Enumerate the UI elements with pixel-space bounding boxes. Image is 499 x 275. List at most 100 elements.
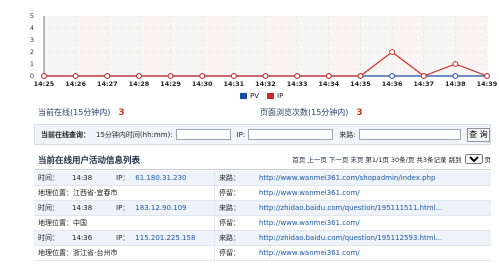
query-label: 当前在线查询： <box>41 130 90 139</box>
row-left-cell: 地理位置： 浙江省-台州市 <box>34 246 214 260</box>
location-key: 地理位置： <box>38 189 73 197</box>
time-input[interactable] <box>175 129 231 140</box>
legend-label-pv: PV <box>250 92 260 100</box>
page-info: 第1/1页 <box>365 156 389 164</box>
x-tick-label: 14:28 <box>129 80 150 88</box>
source-link[interactable]: http://zhidao.baidu.com/question/1951125… <box>259 234 442 242</box>
pagination: 首页 上一页 下一页 末页 第1/1页 30条/页 共3条记录 跳到 1 页 <box>292 154 491 164</box>
row-right-cell: 停留： http://www.wanmei361.com/ <box>215 186 360 200</box>
data-point-ip <box>420 73 427 79</box>
online-stats: 当前在线(15分钟内) 3 页面浏览次数(15分钟内) 3 <box>38 107 478 121</box>
row-right-cell: 来路： http://www.wanmei361.com/shopadmin/i… <box>215 171 435 185</box>
source-input[interactable] <box>358 129 461 140</box>
x-tick-label: 14:33 <box>287 80 308 88</box>
legend-item-ip: IP <box>267 92 283 100</box>
last-page-link[interactable]: 末页 <box>350 154 363 164</box>
ip-value[interactable]: 183.12.90.109 <box>135 204 186 212</box>
y-tick-label: 2 <box>30 48 34 56</box>
x-tick-label: 14:27 <box>97 80 118 88</box>
data-point-ip <box>230 73 237 79</box>
time-value: 14:38 <box>72 204 93 212</box>
ip-value[interactable]: 61.180.31.230 <box>135 174 186 182</box>
plot-band <box>170 16 203 76</box>
location-key: 地理位置： <box>38 219 73 227</box>
online-count-value: 3 <box>118 108 125 118</box>
stay-key: 停留： <box>219 189 240 197</box>
ip-value[interactable]: 115.201.225.158 <box>135 234 195 242</box>
stay-link[interactable]: http://www.wanmei361.com/ <box>259 189 360 197</box>
data-point-ip <box>41 73 47 79</box>
stay-key: 停留： <box>219 249 240 257</box>
source-link[interactable]: http://www.wanmei361.com/shopadmin/index… <box>259 174 435 182</box>
prev-page-link[interactable]: 上一页 <box>307 154 327 164</box>
row-left-cell: 地理位置： 江西省-宜春市 <box>34 186 214 200</box>
location-key: 地理位置： <box>38 249 73 257</box>
source-link[interactable]: http://zhidao.baidu.com/question/1951115… <box>259 204 442 212</box>
plot-band <box>265 16 298 76</box>
time-key: 时间： <box>38 234 59 242</box>
first-page-link[interactable]: 首页 <box>292 154 305 164</box>
x-tick-label: 14:32 <box>255 80 276 88</box>
x-tick-label: 14:29 <box>160 80 181 88</box>
time-field-label: 15分钟内时间(hh:mm): <box>96 130 173 139</box>
y-tick-label: 0 <box>30 72 34 80</box>
visitor-list: 时间： 14:38 IP： 61.180.31.230 来路： http://w… <box>34 171 491 261</box>
x-tick-label: 14:38 <box>445 80 466 88</box>
row-right-cell: 来路： http://zhidao.baidu.com/question/195… <box>215 201 442 215</box>
row-left-cell: 地理位置： 中国 <box>34 216 214 230</box>
visitor-location-row: 地理位置： 中国 停留： http://www.wanmei361.com/ <box>34 216 491 231</box>
next-page-link[interactable]: 下一页 <box>329 154 349 164</box>
total-records: 共3条记录 <box>416 156 447 164</box>
pageviews-value: 3 <box>356 108 363 118</box>
ip-key: IP： <box>116 204 130 212</box>
x-tick-label: 14:31 <box>224 80 245 88</box>
plot-band <box>202 16 234 76</box>
source-key: 来路： <box>219 174 240 182</box>
x-tick-label: 14:25 <box>34 80 55 88</box>
data-point-pv <box>452 73 459 79</box>
plot-band <box>44 16 76 76</box>
x-tick-label: 14:26 <box>65 80 86 88</box>
data-point-ip <box>357 73 364 79</box>
visitor-time-row: 时间： 14:38 IP： 61.180.31.230 来路： http://w… <box>34 171 491 186</box>
location-value: 江西省-宜春市 <box>73 189 118 197</box>
stay-link[interactable]: http://www.wanmei361.com/ <box>259 219 360 227</box>
plot-band <box>297 16 329 76</box>
legend-item-pv: PV <box>240 92 259 100</box>
data-point-ip <box>325 73 332 79</box>
ip-field-label: IP: <box>236 130 246 139</box>
plot-band <box>360 16 393 76</box>
legend-swatch-ip <box>267 93 275 99</box>
pageviews-label: 页面浏览次数(15分钟内) <box>260 108 349 117</box>
page-suffix: 页 <box>484 156 492 164</box>
per-page-info: 30条/页 <box>390 156 415 164</box>
page-select[interactable]: 1 <box>464 154 483 164</box>
x-tick-label: 14:34 <box>318 80 339 88</box>
list-header: 当前在线用户活动信息列表 首页 上一页 下一页 末页 第1/1页 30条/页 共… <box>34 151 491 170</box>
data-point-ip <box>484 73 490 79</box>
stay-link[interactable]: http://www.wanmei361.com/ <box>259 249 360 257</box>
visitor-time-row: 时间： 14:36 IP： 115.201.225.158 来路： http:/… <box>34 231 491 246</box>
source-key: 来路： <box>219 234 240 242</box>
source-field-label: 来路: <box>339 130 356 139</box>
time-value: 14:38 <box>72 174 93 182</box>
location-value: 浙江省-台州市 <box>73 249 118 257</box>
row-left-cell: 时间： 14:38 IP： 183.12.90.109 <box>34 201 214 215</box>
data-point-ip <box>294 73 301 79</box>
online-count-label: 当前在线(15分钟内) <box>38 108 111 117</box>
y-tick-label: 1 <box>30 60 34 68</box>
ip-input[interactable] <box>248 129 334 140</box>
visitor-time-row: 时间： 14:38 IP： 183.12.90.109 来路： http://z… <box>34 201 491 216</box>
data-point-pv <box>389 73 395 79</box>
query-button[interactable]: 查 询 <box>466 127 490 142</box>
time-key: 时间： <box>38 204 59 212</box>
ip-key: IP： <box>116 234 130 242</box>
data-point-ip <box>199 73 206 79</box>
plot-band <box>423 16 456 76</box>
data-point-ip <box>167 73 174 79</box>
time-value: 14:36 <box>72 234 93 242</box>
data-point-ip <box>104 73 111 79</box>
plot-band <box>138 16 171 76</box>
pageviews-stat: 页面浏览次数(15分钟内) 3 <box>260 107 363 118</box>
chart-legend: PV IP <box>240 92 283 100</box>
